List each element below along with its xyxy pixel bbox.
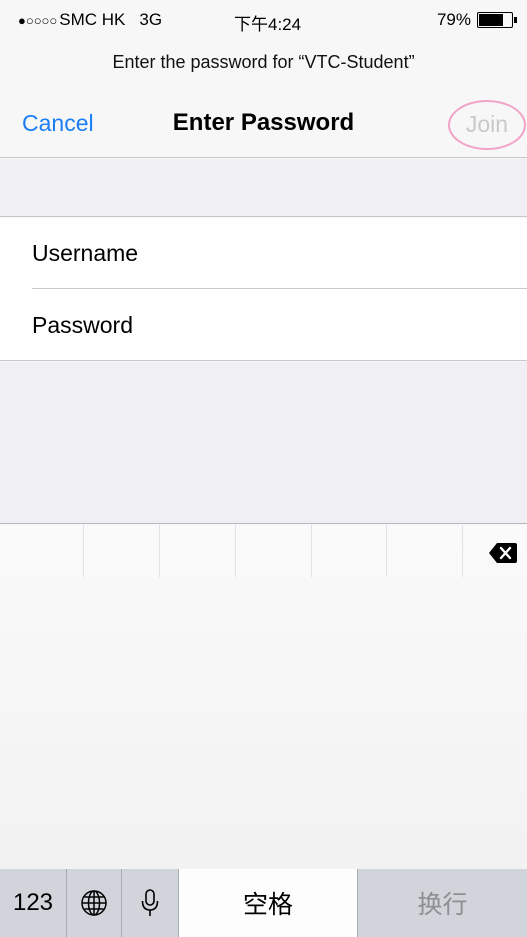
battery-level	[479, 14, 503, 26]
battery-percent: 79%	[436, 10, 471, 29]
network-type: 3G	[139, 10, 163, 29]
return-key[interactable]: 换行	[358, 869, 527, 937]
keyboard: 123 空格 换行	[0, 525, 527, 937]
dictation-key[interactable]	[122, 869, 179, 937]
candidate-divider	[235, 525, 236, 577]
battery-status: 79%	[436, 10, 517, 30]
carrier-name: SMC HK	[59, 10, 126, 29]
keyboard-bottom-row: 123 空格 换行	[0, 869, 527, 937]
globe-icon	[81, 890, 107, 916]
battery-tip	[514, 17, 517, 23]
status-bar: ●○○○○ SMC HK 3G 下午4:24 79%	[0, 0, 527, 44]
signal-strength-icon: ●○○○○	[18, 12, 58, 28]
candidate-divider	[159, 525, 160, 577]
space-key[interactable]: 空格	[179, 869, 358, 937]
candidate-divider	[83, 525, 84, 577]
candidate-divider	[311, 525, 312, 577]
numbers-key[interactable]: 123	[0, 869, 67, 937]
carrier-info: ●○○○○ SMC HK 3G	[18, 10, 162, 30]
network-prompt: Enter the password for “VTC-Student”	[112, 52, 415, 72]
globe-key[interactable]	[67, 869, 122, 937]
backspace-icon[interactable]	[488, 542, 518, 564]
join-button[interactable]: Join	[448, 100, 526, 150]
microphone-icon	[141, 889, 159, 916]
section-spacer	[0, 159, 527, 217]
clock: 下午4:24	[234, 15, 302, 34]
candidate-bar	[0, 525, 527, 577]
username-row	[32, 218, 527, 289]
candidate-divider	[386, 525, 387, 577]
password-row	[32, 290, 527, 361]
navigation-bar: Enter Password Cancel Join	[0, 96, 527, 158]
cancel-button[interactable]: Cancel	[22, 110, 94, 137]
candidate-divider	[462, 525, 463, 577]
empty-area	[0, 362, 527, 524]
username-field[interactable]	[32, 239, 527, 267]
battery-icon	[477, 12, 517, 28]
password-field[interactable]	[32, 312, 527, 339]
credentials-form	[0, 218, 527, 361]
